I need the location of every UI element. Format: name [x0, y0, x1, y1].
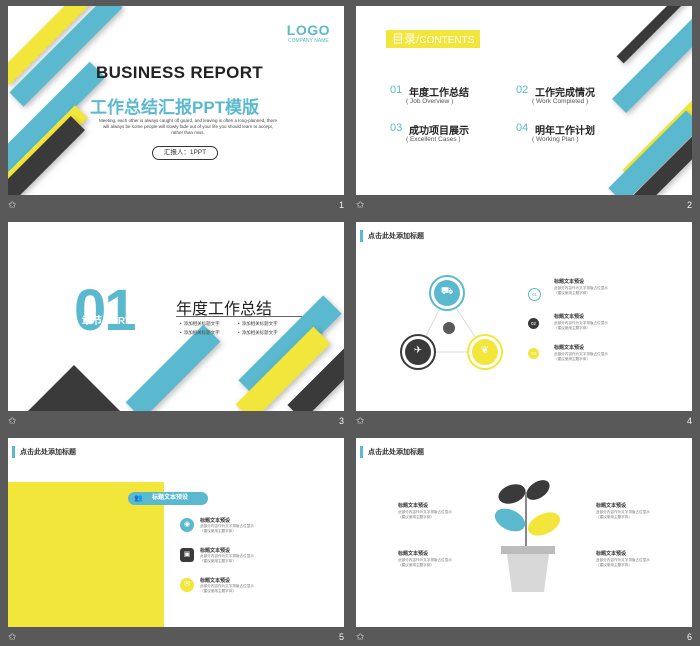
block-desc-note: （建议使用主题字体）	[398, 515, 434, 519]
toc-english: ( Working Plan )	[532, 136, 579, 143]
toc-number: 01	[390, 84, 403, 96]
bullet-item: 添加相关标题文字	[238, 330, 278, 336]
list-number: 02	[528, 318, 539, 329]
dark-triangle	[28, 365, 120, 411]
report-subtitle: 工作总结汇报PPT模版	[90, 98, 260, 117]
list-number: 01	[528, 288, 541, 301]
list-title: 标题文本预设	[200, 548, 231, 554]
slide-number: 1	[338, 200, 344, 210]
block-title: 标题文本预设	[398, 503, 429, 509]
divider	[176, 316, 302, 317]
pill-label: 👥 标题文本预设	[128, 492, 208, 505]
slide-6-thumbnail[interactable]: 点击此处添加标题 标题文本预设 此部分内容作为文字排版占位显示 （建议使用主题字…	[356, 438, 692, 627]
list-number: 03	[528, 348, 539, 359]
star-icon[interactable]: ✩	[356, 416, 364, 427]
bullet-item: 添加相关标题文字	[238, 321, 278, 327]
block-title: 标题文本预设	[596, 503, 627, 509]
slide-number: 5	[338, 632, 344, 642]
teal-band	[125, 324, 221, 411]
slide-number: 4	[686, 416, 692, 426]
block-title: 标题文本预设	[596, 551, 627, 557]
slide-4-footer: ✩ 4	[356, 414, 692, 430]
slide-2-thumbnail[interactable]: 目录/CONTENTS 01 年度工作总结 ( Job Overview ) 0…	[356, 6, 692, 195]
toc-number: 02	[516, 84, 529, 96]
star-icon[interactable]: ✩	[8, 632, 16, 643]
block-desc-note: （建议使用主题字体）	[596, 515, 632, 519]
toc-number: 03	[390, 122, 403, 134]
reporter-label: 汇报人：1PPT	[152, 146, 218, 160]
list-title: 标题文本预设	[554, 279, 585, 285]
slide-1-footer: ✩ 1	[8, 198, 344, 214]
list-desc-note: （建议使用主题字体）	[554, 291, 590, 295]
globe-icon	[443, 322, 455, 334]
list-desc-note: （建议使用主题字体）	[200, 529, 236, 533]
list-title: 标题文本预设	[554, 345, 585, 351]
block-desc-note: （建议使用主题字体）	[596, 563, 632, 567]
list-desc-note: （建议使用主题字体）	[200, 589, 236, 593]
truck-icon: ⛟	[440, 286, 454, 297]
slide-3-thumbnail[interactable]: 01 章节 PART 年度工作总结 添加相关标题文字 添加相关标题文字 添加相关…	[8, 222, 344, 411]
block-desc-note: （建议使用主题字体）	[398, 563, 434, 567]
report-title: BUSINESS REPORT	[96, 63, 263, 82]
slide-1-thumbnail[interactable]: LOGO COMPANY NAME BUSINESS REPORT 工作总结汇报…	[8, 6, 344, 195]
logo: LOGO COMPANY NAME	[287, 22, 330, 44]
slide-2-footer: ✩ 2	[356, 198, 692, 214]
star-icon[interactable]: ✩	[356, 200, 364, 211]
heading-en: CONTENTS	[419, 35, 475, 46]
list-title: 标题文本预设	[554, 314, 585, 320]
chapter-number: 01	[74, 278, 136, 343]
bullet-item: 添加相关标题文字	[180, 321, 220, 327]
toc-english: ( Job Overview )	[406, 98, 454, 105]
slide-6-footer: ✩ 6	[356, 630, 692, 646]
camera-icon: ◉	[180, 518, 194, 532]
list-desc-note: （建议使用主题字体）	[554, 357, 590, 361]
plane-icon: ✈	[413, 345, 423, 356]
toc-title: 年度工作总结	[409, 88, 469, 99]
slide-number: 3	[338, 416, 344, 426]
star-icon[interactable]: ✩	[356, 632, 364, 643]
slide-4-thumbnail[interactable]: 点击此处添加标题 ⛟ ✈ ❦ 01 标题文本预设 此部分内容作为文字排版占位显示…	[356, 222, 692, 411]
slide-5-thumbnail[interactable]: 点击此处添加标题 👥 标题文本预设 ◉ 标题文本预设 此部分内容作为文字排版占位…	[8, 438, 344, 627]
slide-number: 6	[686, 632, 692, 642]
image-icon: ▣	[180, 548, 194, 562]
pill-text: 标题文本预设	[152, 495, 189, 501]
list-title: 标题文本预设	[200, 518, 231, 524]
team-icon: 👥	[134, 495, 143, 502]
header-accent	[12, 446, 15, 458]
toc-title: 明年工作计划	[535, 126, 595, 137]
list-desc-note: （建议使用主题字体）	[200, 559, 236, 563]
toc-english: ( Excellent Cases )	[406, 136, 461, 143]
leaf-icon: ❦	[480, 345, 490, 356]
plant-pot-illustration	[494, 480, 560, 592]
logo-text: LOGO	[286, 22, 330, 38]
slide-number: 2	[686, 200, 692, 210]
star-icon[interactable]: ✩	[8, 200, 16, 211]
slide-5-footer: ✩ 5	[8, 630, 344, 646]
block-title: 标题文本预设	[398, 551, 429, 557]
heading-cn: 目录	[392, 32, 417, 46]
toc-number: 04	[516, 122, 529, 134]
header-title: 点击此处添加标题	[20, 449, 76, 456]
slide-3-footer: ✩ 3	[8, 414, 344, 430]
list-desc-note: （建议使用主题字体）	[554, 326, 590, 330]
toc-title: 成功项目展示	[409, 126, 469, 137]
toc-title: 工作完成情况	[535, 88, 595, 99]
intro-paragraph: Meeting, each other is always caught off…	[98, 118, 278, 135]
star-icon[interactable]: ✩	[8, 416, 16, 427]
list-title: 标题文本预设	[200, 578, 231, 584]
company-name: COMPANY NAME	[288, 38, 329, 44]
contents-heading: 目录/CONTENTS	[386, 30, 481, 48]
mail-icon: ✉	[180, 578, 194, 592]
bullet-item: 添加相关标题文字	[180, 330, 220, 336]
header-accent	[360, 446, 363, 458]
connector-lines	[417, 292, 486, 353]
header-title: 点击此处添加标题	[368, 449, 424, 456]
toc-english: ( Work Completed )	[532, 98, 589, 105]
chapter-part-label: 章节 PART	[82, 316, 132, 327]
